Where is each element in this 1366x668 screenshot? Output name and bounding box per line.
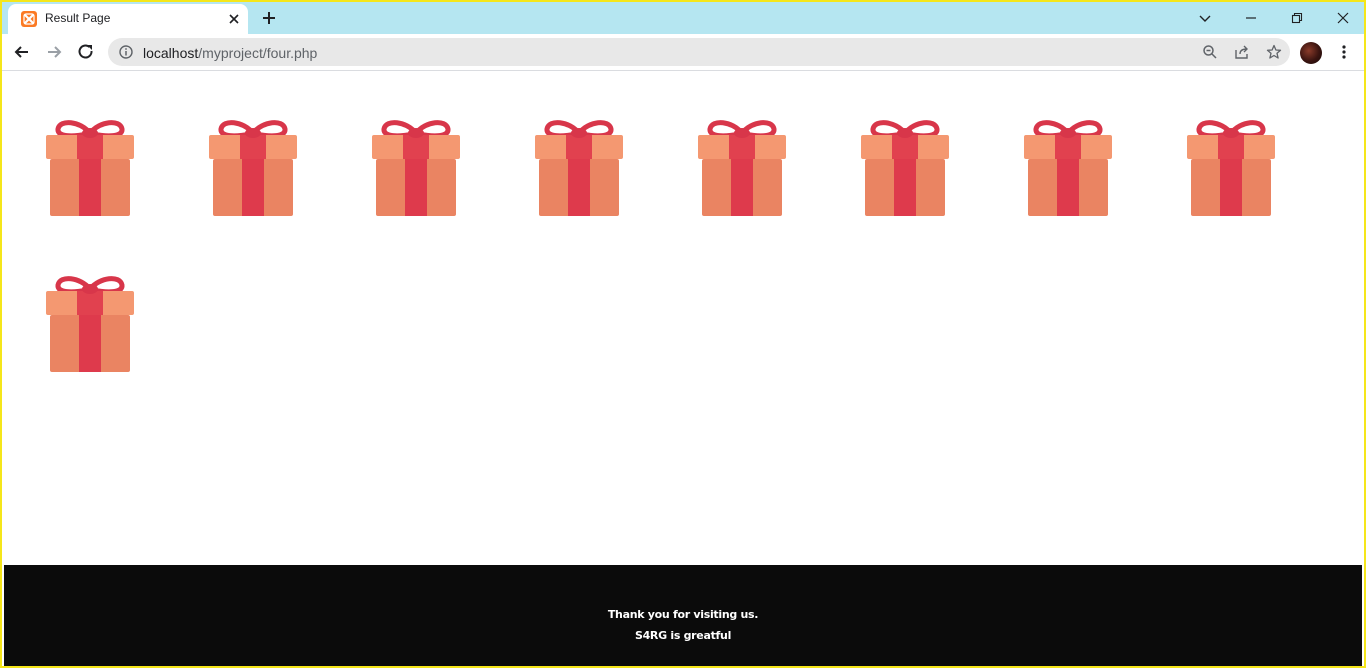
gift-box-image <box>694 119 790 219</box>
bookmark-star-icon[interactable] <box>1266 44 1282 60</box>
tab-result-page[interactable]: Result Page <box>8 4 248 34</box>
new-tab-icon[interactable] <box>259 8 279 28</box>
zoom-icon[interactable] <box>1202 44 1218 60</box>
gift-box-image <box>205 119 301 219</box>
info-icon[interactable] <box>119 45 133 59</box>
forward-icon[interactable] <box>44 42 64 62</box>
footer-credit: S4RG is greatful <box>634 629 732 642</box>
profile-avatar[interactable] <box>1300 42 1322 64</box>
gift-box-image <box>1020 119 1116 219</box>
xampp-icon <box>21 11 37 27</box>
gift-box-image <box>531 119 627 219</box>
restore-icon[interactable] <box>1285 6 1309 30</box>
back-icon[interactable] <box>12 42 32 62</box>
gift-box-image <box>42 275 138 375</box>
minimize-icon[interactable] <box>1239 6 1263 30</box>
browser-toolbar: localhost/myproject/four.php <box>2 34 1364 71</box>
tab-search-icon[interactable] <box>1193 6 1217 30</box>
close-tab-icon[interactable] <box>226 11 242 27</box>
gift-box-image <box>42 119 138 219</box>
page-footer: Thank you for visiting us. S4RG is great… <box>4 565 1362 666</box>
footer-thanks: Thank you for visiting us. <box>607 608 759 621</box>
gift-box-image <box>1183 119 1279 219</box>
tab-title: Result Page <box>45 11 111 25</box>
more-menu-icon[interactable] <box>1336 44 1352 60</box>
tab-strip: Result Page <box>2 2 1364 34</box>
gift-box-image <box>368 119 464 219</box>
page-content <box>2 71 1364 566</box>
url-path: /myproject/four.php <box>198 45 318 61</box>
share-icon[interactable] <box>1234 44 1250 60</box>
url-text[interactable]: localhost/myproject/four.php <box>143 45 317 61</box>
close-window-icon[interactable] <box>1331 6 1355 30</box>
reload-icon[interactable] <box>76 42 96 62</box>
gift-box-image <box>857 119 953 219</box>
url-host: localhost <box>143 45 199 61</box>
address-bar[interactable]: localhost/myproject/four.php <box>108 38 1290 66</box>
browser-window: Result Page localhost/myproject/four.php… <box>2 2 1364 666</box>
